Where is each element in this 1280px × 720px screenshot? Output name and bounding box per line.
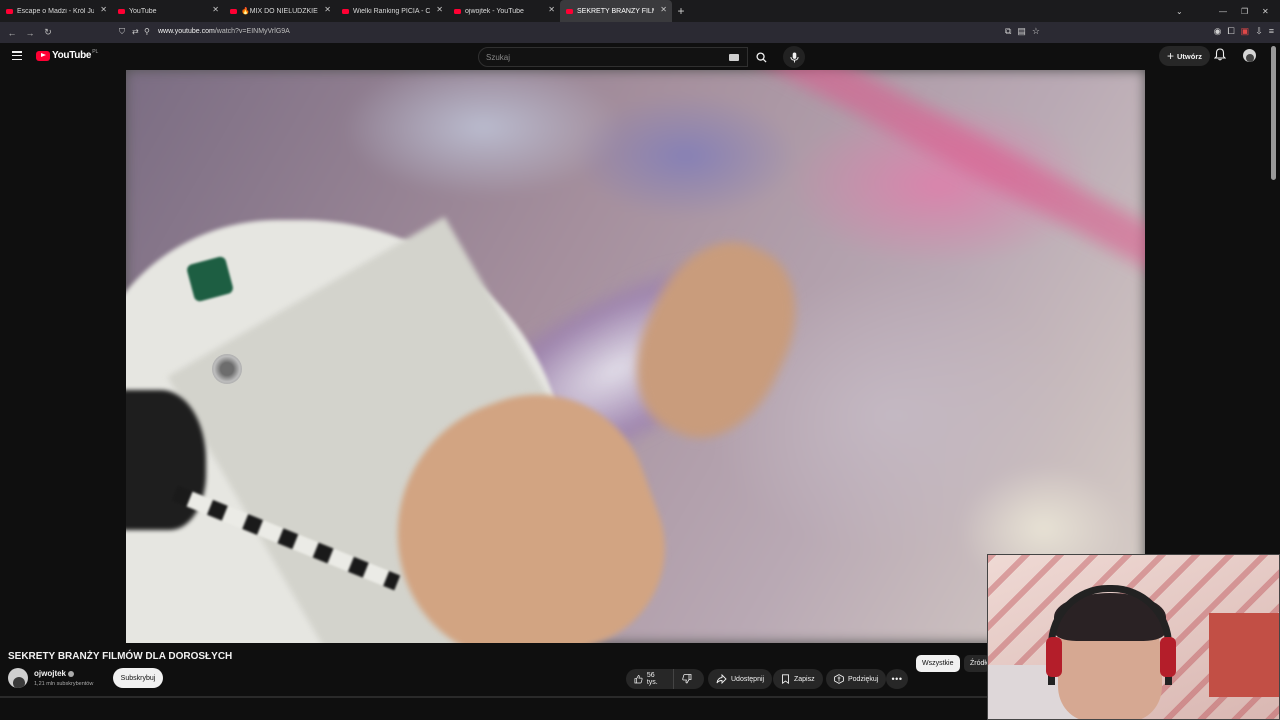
- save-button[interactable]: Zapisz: [773, 669, 823, 689]
- like-dislike-group: 56 tys.: [626, 669, 704, 689]
- create-button[interactable]: + Utwórz: [1159, 46, 1211, 66]
- close-tab-icon[interactable]: ✕: [548, 5, 555, 14]
- permissions-icon[interactable]: ⚲: [144, 27, 150, 36]
- close-tab-icon[interactable]: ✕: [212, 5, 219, 14]
- url-field[interactable]: www.youtube.com/watch?v=EINMyVrlG9A: [158, 28, 290, 35]
- browser-tab[interactable]: 🔥MIX DO NIELUDZKIEJ PRACY✕: [224, 0, 336, 22]
- share-button[interactable]: Udostępnij: [708, 669, 773, 689]
- search-input[interactable]: [486, 53, 716, 62]
- notifications-button[interactable]: [1213, 48, 1227, 66]
- channel-avatar[interactable]: [8, 668, 28, 688]
- close-tab-icon[interactable]: ✕: [436, 5, 443, 14]
- youtube-masthead: YouTube PL: [0, 43, 1280, 70]
- downloads-icon[interactable]: ⇩: [1255, 26, 1263, 37]
- share-icon: [716, 674, 727, 684]
- verified-icon: [68, 670, 75, 677]
- youtube-favicon-icon: [454, 8, 461, 14]
- video-title: SEKRETY BRANŻY FILMÓW DLA DOROSŁYCH: [8, 651, 233, 662]
- youtube-play-icon: [36, 50, 50, 61]
- webcam-overlay: [987, 554, 1280, 720]
- close-window-icon[interactable]: ✕: [1262, 0, 1269, 22]
- youtube-favicon-icon: [342, 8, 349, 14]
- picture-in-picture-icon[interactable]: ⧉: [1005, 26, 1011, 37]
- reload-icon[interactable]: ↻: [39, 27, 57, 38]
- like-button[interactable]: 56 tys.: [626, 669, 674, 689]
- subscribe-button[interactable]: Subskrybuj: [113, 668, 163, 688]
- youtube-favicon-icon: [230, 8, 237, 14]
- bookmark-star-icon[interactable]: ☆: [1032, 26, 1040, 37]
- restore-icon[interactable]: ❐: [1241, 0, 1248, 22]
- account-icon[interactable]: ◉: [1214, 26, 1222, 37]
- extensions-icon[interactable]: ⧠: [1227, 26, 1234, 37]
- menu-icon[interactable]: ≡: [1269, 26, 1274, 37]
- browser-tab[interactable]: ojwojtek - YouTube ✕: [448, 0, 560, 22]
- thumbs-up-icon: [634, 675, 643, 684]
- browser-tab-active[interactable]: SEKRETY BRANŻY FILMÓW DLA✕: [560, 0, 672, 22]
- shield-icon[interactable]: ⛉: [119, 27, 125, 37]
- toolbar-actions: ◉ ⧠ ▣ ⇩ ≡: [1214, 26, 1274, 37]
- guide-menu-icon[interactable]: [12, 51, 22, 61]
- youtube-favicon-icon: [566, 8, 573, 14]
- bell-icon: [1213, 48, 1227, 61]
- microphone-icon: [789, 52, 799, 62]
- search-icon: [755, 51, 767, 63]
- youtube-favicon-icon: [6, 8, 13, 14]
- tracking-icon[interactable]: ⇄: [132, 27, 139, 36]
- page-scrollbar[interactable]: [1271, 46, 1276, 180]
- subscriber-count: 1,21 mln subskrybentów: [34, 681, 94, 687]
- search-box[interactable]: [478, 47, 748, 67]
- plus-icon: +: [1167, 49, 1175, 63]
- browser-tab[interactable]: Escape o Madzi - Król Julian & I✕: [0, 0, 112, 22]
- youtube-favicon-icon: [118, 8, 125, 14]
- thanks-button[interactable]: Podziękuj: [826, 669, 887, 689]
- youtube-logo[interactable]: YouTube PL: [36, 49, 98, 61]
- more-actions-button[interactable]: •••: [886, 669, 908, 689]
- close-tab-icon[interactable]: ✕: [100, 5, 107, 14]
- thanks-icon: [834, 674, 844, 684]
- dislike-button[interactable]: [674, 669, 704, 689]
- voice-search-button[interactable]: [783, 46, 805, 68]
- thumbs-down-icon: [682, 674, 692, 684]
- minimize-icon[interactable]: —: [1219, 0, 1227, 22]
- forward-icon[interactable]: →: [21, 28, 39, 38]
- browser-tab[interactable]: YouTube ✕: [112, 0, 224, 22]
- chip-all[interactable]: Wszystkie: [916, 655, 960, 672]
- extension-badge-icon[interactable]: ▣: [1241, 26, 1250, 37]
- new-tab-button[interactable]: +: [672, 4, 690, 18]
- keyboard-icon[interactable]: [729, 54, 739, 61]
- tab-list-icon[interactable]: ⌄: [1176, 0, 1183, 22]
- account-avatar[interactable]: [1243, 49, 1256, 62]
- back-icon[interactable]: ←: [3, 28, 21, 38]
- reader-view-icon[interactable]: ▤: [1017, 26, 1026, 37]
- channel-name[interactable]: ojwojtek: [34, 669, 75, 678]
- browser-tab-strip: Escape o Madzi - Król Julian & I✕ YouTub…: [0, 0, 1280, 22]
- close-tab-icon[interactable]: ✕: [324, 5, 331, 14]
- bookmark-icon: [782, 674, 789, 684]
- search-button[interactable]: [748, 47, 774, 67]
- close-tab-icon[interactable]: ✕: [660, 5, 667, 14]
- browser-tab[interactable]: Wielki Ranking PICIA - CZEGO I✕: [336, 0, 448, 22]
- address-actions: ⧉ ▤ ☆: [1005, 26, 1040, 37]
